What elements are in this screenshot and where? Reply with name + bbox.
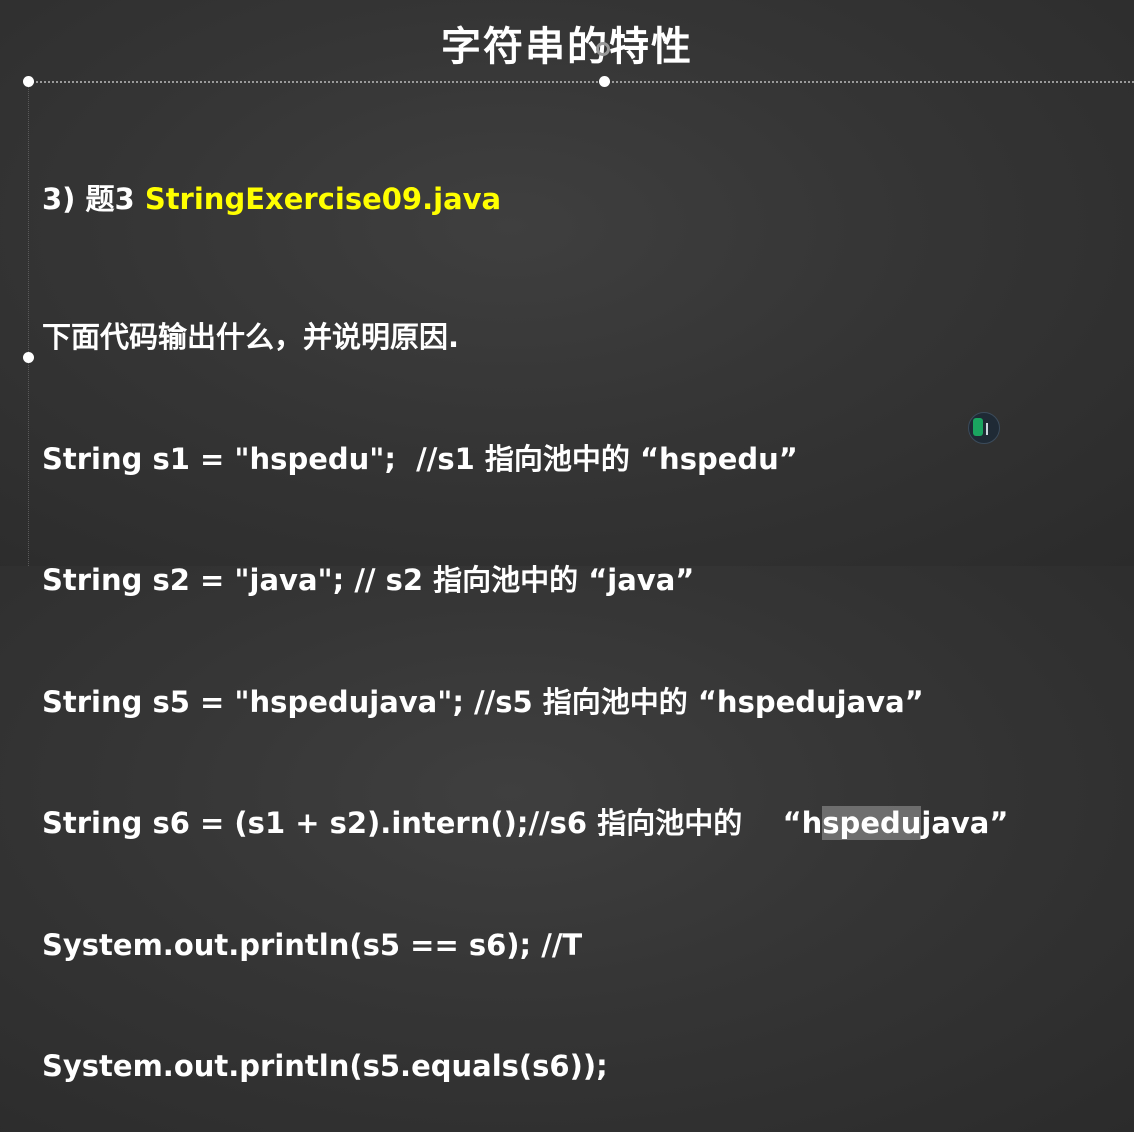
exercise-file-name: StringExercise09.java xyxy=(144,182,502,216)
slide-title: 字符串的特性 xyxy=(441,24,693,70)
title-divider xyxy=(28,81,1134,83)
text-cursor-icon xyxy=(968,412,1000,444)
left-guide-line xyxy=(28,87,29,566)
text-selection[interactable]: spedu xyxy=(822,806,922,840)
code-line-s2: String s2 = "java"; // s2 指向池中的 “java” xyxy=(42,563,695,597)
side-dot xyxy=(23,352,34,363)
slide: 字符串的特性 3) 题3 StringExercise09.java 下面代码输… xyxy=(0,0,1134,1083)
code-line-s6: String s6 = (s1 + s2).intern();//s6 指向池中… xyxy=(42,803,1008,844)
code-line-s1: String s1 = "hspedu"; //s1 指向池中的 “hspedu… xyxy=(42,441,798,476)
exercise-number: 3) 题3 xyxy=(42,182,145,216)
divider-dot-left xyxy=(23,76,34,87)
exercise-heading: 3) 题3 StringExercise09.java xyxy=(42,176,501,218)
code-block: 下面代码输出什么，并说明原因. String s1 = "hspedu"; //… xyxy=(42,236,1008,1132)
code-line-s6-end: java” xyxy=(921,806,1009,840)
question-line: 下面代码输出什么，并说明原因. xyxy=(42,320,460,354)
settings-icon xyxy=(596,42,610,56)
divider-dot-middle xyxy=(599,76,610,87)
code-line-println-equals-op: System.out.println(s5 == s6); //T xyxy=(42,927,583,962)
code-line-s5: String s5 = "hspedujava"; //s5 指向池中的 “hs… xyxy=(42,684,924,719)
code-line-println-equals-method: System.out.println(s5.equals(s6)); xyxy=(42,1049,608,1083)
code-line-s6-start: String s6 = (s1 + s2).intern();//s6 指向池中… xyxy=(42,806,823,840)
